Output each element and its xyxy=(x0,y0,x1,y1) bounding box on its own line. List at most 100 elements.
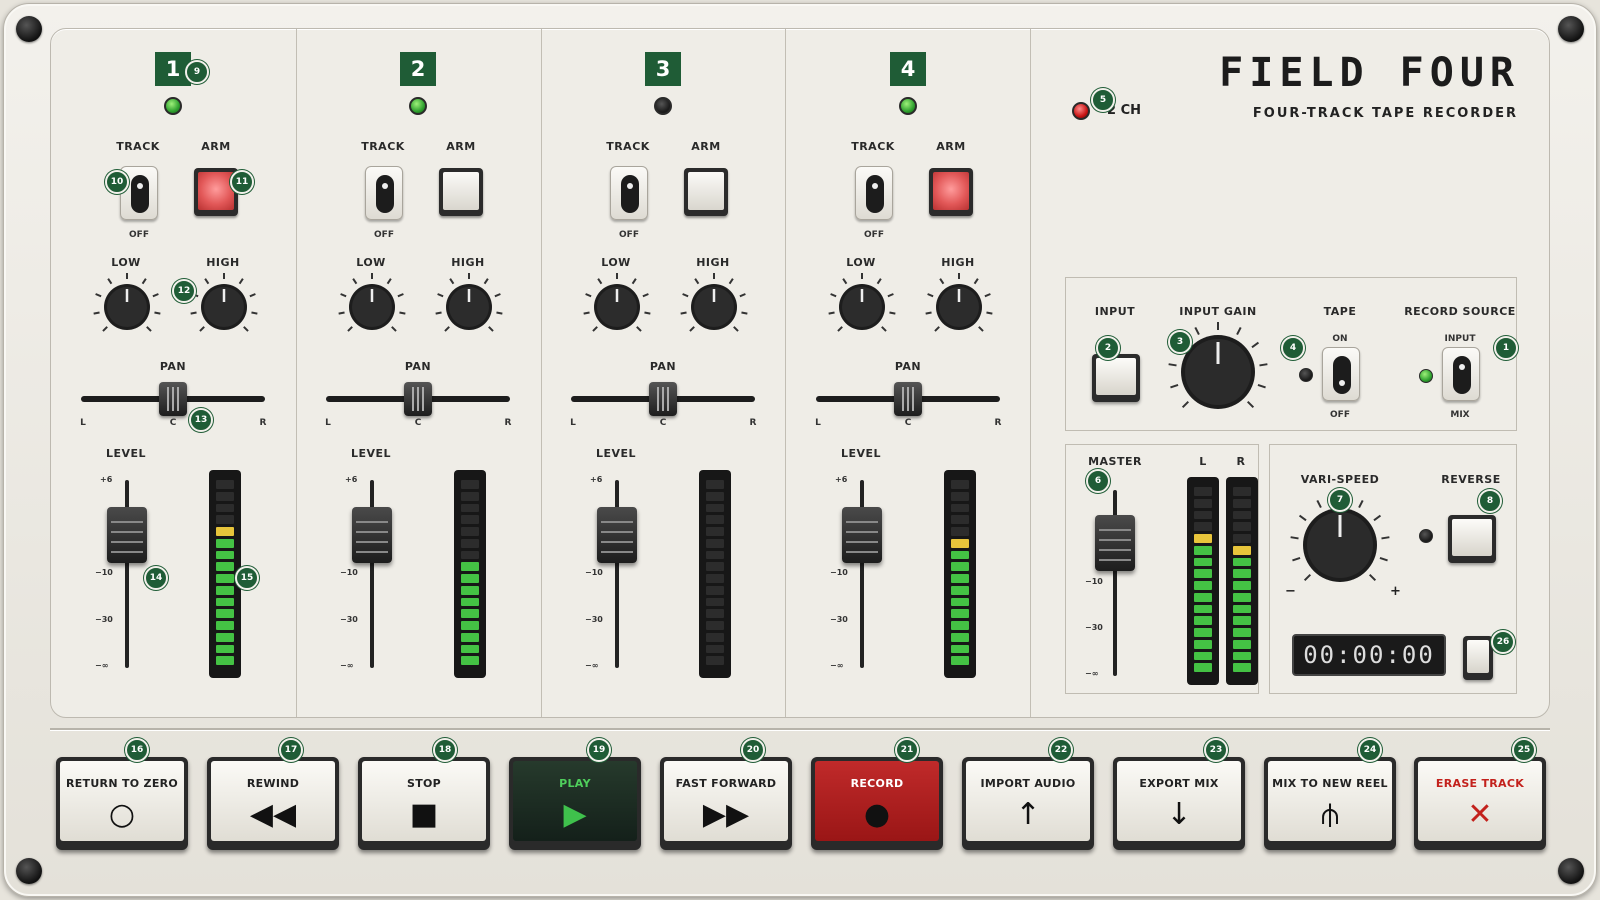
channel-number: 3 xyxy=(645,52,681,86)
low-eq-knob[interactable] xyxy=(822,267,902,351)
return-to-zero-button[interactable]: RETURN TO ZERO ○ xyxy=(56,757,188,850)
reverse-button[interactable] xyxy=(1448,515,1496,563)
track-toggle[interactable] xyxy=(610,166,648,220)
master-meter-right xyxy=(1226,477,1258,685)
pan-slider[interactable] xyxy=(649,382,677,416)
erase-track-button[interactable]: ERASE TRACK ✕ xyxy=(1414,757,1546,850)
fork-icon: ⫛ xyxy=(1321,797,1339,832)
meter-segment xyxy=(1233,639,1251,649)
meter-segment xyxy=(1233,604,1251,614)
pan-slider[interactable] xyxy=(894,382,922,416)
annotation-badge: 22 xyxy=(1049,738,1073,762)
reverse-label: REVERSE xyxy=(1441,473,1501,486)
meter-segment xyxy=(461,621,479,630)
level-fader[interactable] xyxy=(352,507,392,563)
meter-segment xyxy=(216,562,234,571)
pan-label: PAN xyxy=(649,360,677,373)
meter-segment xyxy=(461,574,479,583)
high-eq-knob[interactable] xyxy=(674,267,754,351)
master-meter-left xyxy=(1187,477,1219,685)
meter-segment xyxy=(216,538,234,548)
annotation-badge: 14 xyxy=(144,566,168,590)
track-toggle[interactable] xyxy=(365,166,403,220)
meter-segment xyxy=(1194,522,1212,531)
meter-segment xyxy=(216,515,234,524)
meter-segment xyxy=(1194,604,1212,614)
arm-button[interactable] xyxy=(684,168,728,216)
mix-to-new-reel-button[interactable]: MIX TO NEW REEL ⫛ xyxy=(1264,757,1396,850)
master-right-label: R xyxy=(1236,455,1246,468)
meter-segment xyxy=(216,574,234,583)
arm-label: ARM xyxy=(446,140,476,153)
pan-left-label: L xyxy=(815,418,821,428)
meter-segment xyxy=(1233,663,1251,672)
annotation-badge: 9 xyxy=(185,60,209,84)
meter-segment xyxy=(216,621,234,630)
stop-icon: ■ xyxy=(409,797,439,832)
tape-toggle[interactable] xyxy=(1322,347,1360,401)
meter-segment xyxy=(951,644,969,654)
high-eq-knob[interactable] xyxy=(184,267,264,351)
meter-segment xyxy=(1194,663,1212,672)
pan-slider[interactable] xyxy=(404,382,432,416)
counter-reset-button[interactable] xyxy=(1463,636,1493,680)
channel-meter xyxy=(699,470,731,678)
meter-segment xyxy=(1194,651,1212,661)
level-fader[interactable] xyxy=(597,507,637,563)
input-button[interactable] xyxy=(1092,354,1140,402)
meter-segment xyxy=(216,632,234,642)
master-fader[interactable] xyxy=(1095,515,1135,571)
import-audio-label: IMPORT AUDIO xyxy=(980,777,1076,790)
meter-segment xyxy=(951,585,969,595)
close-icon: ✕ xyxy=(1467,797,1493,832)
play-button[interactable]: PLAY ▶ xyxy=(509,757,641,850)
pan-right-label: R xyxy=(994,418,1002,428)
arm-button[interactable] xyxy=(929,168,973,216)
meter-segment xyxy=(1233,487,1251,496)
channel-led xyxy=(164,97,182,115)
import-audio-button[interactable]: IMPORT AUDIO ↑ xyxy=(962,757,1094,850)
annotation-badge: 4 xyxy=(1281,336,1305,360)
meter-segment xyxy=(951,562,969,571)
arm-button[interactable] xyxy=(439,168,483,216)
high-eq-knob[interactable] xyxy=(919,267,999,351)
low-eq-knob[interactable] xyxy=(332,267,412,351)
meter-segment xyxy=(1233,557,1251,567)
pan-center-label: C xyxy=(904,418,912,428)
channel-led xyxy=(654,97,672,115)
record-source-led xyxy=(1419,369,1433,383)
meter-segment xyxy=(216,644,234,654)
level-label: LEVEL xyxy=(840,447,882,460)
fast-forward-button[interactable]: FAST FORWARD ▶▶ xyxy=(660,757,792,850)
stop-button[interactable]: STOP ■ xyxy=(358,757,490,850)
low-eq-knob[interactable] xyxy=(87,267,167,351)
low-eq-knob[interactable] xyxy=(577,267,657,351)
track-toggle[interactable] xyxy=(855,166,893,220)
meter-segment xyxy=(1194,581,1212,590)
record-label: RECORD xyxy=(850,777,904,790)
export-mix-button[interactable]: EXPORT MIX ↓ xyxy=(1113,757,1245,850)
meter-segment xyxy=(1233,522,1251,531)
meter-segment xyxy=(461,538,479,548)
annotation-badge: 8 xyxy=(1478,489,1502,513)
rewind-button[interactable]: REWIND ◀◀ xyxy=(207,757,339,850)
brand-title: FIELD FOUR xyxy=(1219,50,1520,96)
meter-segment xyxy=(461,656,479,665)
high-eq-knob[interactable] xyxy=(429,267,509,351)
meter-segment xyxy=(216,503,234,513)
meter-segment xyxy=(1194,628,1212,637)
record-source-toggle[interactable] xyxy=(1442,347,1480,401)
meter-segment xyxy=(706,597,724,607)
level-fader[interactable] xyxy=(842,507,882,563)
screw-icon xyxy=(1558,16,1584,42)
meter-segment xyxy=(1194,557,1212,567)
channel-led xyxy=(899,97,917,115)
track-off-label: OFF xyxy=(864,230,884,240)
reverse-led xyxy=(1419,529,1433,543)
level-fader[interactable] xyxy=(107,507,147,563)
record-button[interactable]: RECORD ● xyxy=(811,757,943,850)
track-off-label: OFF xyxy=(129,230,149,240)
pan-slider[interactable] xyxy=(159,382,187,416)
tape-off-label: OFF xyxy=(1330,410,1350,420)
two-ch-led[interactable] xyxy=(1072,102,1090,120)
